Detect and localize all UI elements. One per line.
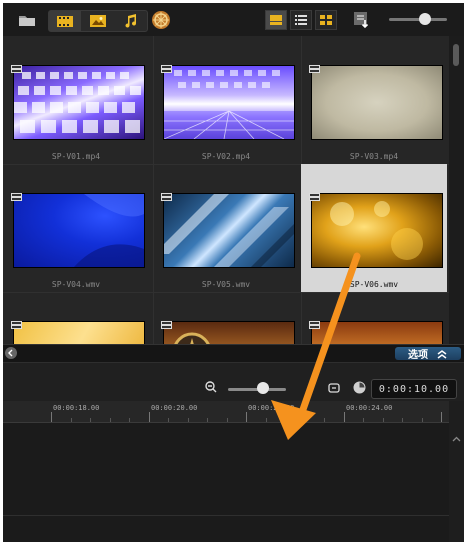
video-editor-window: SP-V01.mp4 SP-V02.mp4 SP-V03.mp4 SP-V04.…: [3, 3, 464, 542]
ruler-label: 00:00:22.00: [248, 404, 295, 412]
ruler-minor-tick: [324, 418, 325, 422]
zoom-out-icon[interactable]: [205, 381, 217, 393]
timeline-zoom-slider-thumb[interactable]: [256, 382, 269, 394]
panel-divider: 选项: [3, 344, 464, 362]
ruler-minor-tick: [188, 418, 189, 422]
timeline-scrollbar[interactable]: [449, 401, 464, 542]
ruler-minor-tick: [207, 418, 208, 422]
ruler-minor-tick: [285, 418, 286, 422]
clip-thumbnail: [13, 193, 145, 268]
library-scrollbar-thumb[interactable]: [453, 44, 459, 66]
image-filter-icon[interactable]: [82, 11, 114, 31]
chevron-double-up-icon: [437, 349, 447, 359]
clip-name: SP-V06.wmv: [349, 280, 399, 289]
video-clip-icon: [161, 314, 172, 329]
ruler-label: 00:00:20.00: [151, 404, 198, 412]
effects-icon[interactable]: [150, 10, 172, 30]
ruler-major-tick: [149, 412, 150, 422]
audio-filter-icon[interactable]: [115, 11, 147, 31]
clip-thumbnail: [311, 193, 443, 268]
ruler-minor-tick: [402, 418, 403, 422]
ruler-minor-tick: [90, 418, 91, 422]
ruler-minor-tick: [129, 418, 130, 422]
chevron-left-icon[interactable]: [5, 347, 17, 359]
ruler-major-tick: [344, 412, 345, 422]
project-duration-timecode[interactable]: 0:00:10.00: [371, 379, 457, 399]
video-clip-icon: [11, 314, 22, 329]
ruler-minor-tick: [168, 418, 169, 422]
library-item[interactable]: SP-V03.mp4: [301, 36, 447, 164]
video-clip-icon: [161, 58, 172, 73]
ruler-major-tick: [441, 412, 442, 422]
fit-project-icon[interactable]: [328, 382, 340, 394]
ruler-minor-tick: [363, 418, 364, 422]
thumbnail-view-icon[interactable]: [315, 10, 337, 30]
list-view-icon[interactable]: [290, 10, 312, 30]
video-clip-icon: [309, 186, 320, 201]
clip-name: SP-V03.mp4: [349, 152, 399, 161]
ruler-minor-tick: [305, 418, 306, 422]
clip-name: SP-V04.wmv: [51, 280, 101, 289]
ruler-major-tick: [51, 412, 52, 422]
clock-icon: [353, 381, 366, 394]
library-item[interactable]: [153, 292, 299, 344]
clip-name: SP-V02.mp4: [201, 152, 251, 161]
video-clip-icon: [309, 58, 320, 73]
library-toolbar: [3, 3, 464, 36]
library-item[interactable]: SP-V05.wmv: [153, 164, 299, 292]
library-item[interactable]: SP-V04.wmv: [3, 164, 149, 292]
video-clip-icon: [11, 58, 22, 73]
clip-thumbnail: [13, 65, 145, 140]
clip-name: SP-V01.mp4: [51, 152, 101, 161]
track-separator: [3, 515, 449, 516]
folder-icon[interactable]: [16, 10, 38, 30]
library-item[interactable]: [301, 292, 447, 344]
video-clip-icon: [11, 186, 22, 201]
list-view-large-icon[interactable]: [265, 10, 287, 30]
ruler-minor-tick: [383, 418, 384, 422]
options-label: 选项: [408, 350, 428, 361]
library-item[interactable]: [3, 292, 149, 344]
video-clip-icon: [161, 186, 172, 201]
media-filter-group: [48, 10, 148, 32]
ruler-minor-tick: [266, 418, 267, 422]
chevron-up-icon[interactable]: [449, 433, 464, 447]
timeline-track-area[interactable]: [3, 423, 449, 542]
clip-thumbnail: [163, 193, 295, 268]
media-library-grid: SP-V01.mp4 SP-V02.mp4 SP-V03.mp4 SP-V04.…: [3, 36, 449, 344]
ruler-label: 00:00:18.00: [53, 404, 100, 412]
video-clip-icon: [309, 314, 320, 329]
timeline-ruler[interactable]: 00:00:18.00 00:00:20.00 00:00:22.00 00:0…: [3, 401, 449, 423]
clip-thumbnail: [163, 321, 295, 344]
clip-thumbnail: [311, 321, 443, 344]
ruler-label: 00:00:24.00: [346, 404, 393, 412]
clip-thumbnail: [13, 321, 145, 344]
view-mode-group: [265, 10, 337, 30]
clip-thumbnail: [163, 65, 295, 140]
clip-thumbnail: [311, 65, 443, 140]
ruler-minor-tick: [422, 418, 423, 422]
thumbnail-size-slider-thumb[interactable]: [418, 13, 431, 25]
library-item[interactable]: SP-V02.mp4: [153, 36, 299, 164]
library-item-selected[interactable]: SP-V06.wmv: [301, 164, 447, 292]
sort-icon[interactable]: [351, 10, 373, 30]
clip-name: SP-V05.wmv: [201, 280, 251, 289]
ruler-major-tick: [246, 412, 247, 422]
video-filter-icon[interactable]: [49, 11, 81, 31]
ruler-minor-tick: [227, 418, 228, 422]
library-scrollbar[interactable]: [449, 36, 464, 344]
options-button[interactable]: 选项: [395, 347, 461, 361]
timeline-toolbar: 0:00:10.00: [3, 362, 464, 401]
ruler-minor-tick: [71, 418, 72, 422]
ruler-minor-tick: [110, 418, 111, 422]
library-item[interactable]: SP-V01.mp4: [3, 36, 149, 164]
